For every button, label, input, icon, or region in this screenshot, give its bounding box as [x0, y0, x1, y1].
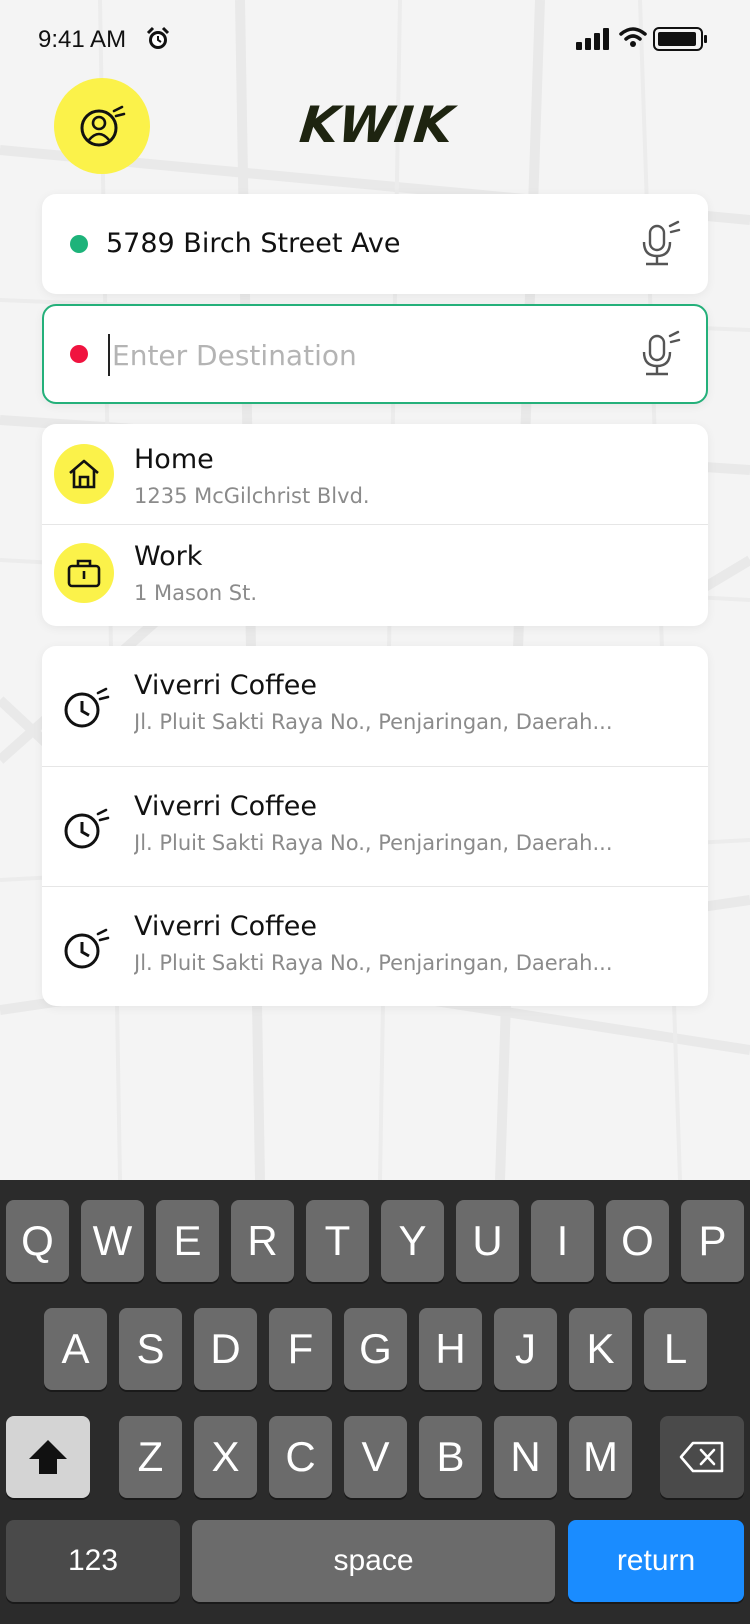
key-u[interactable]: U — [456, 1200, 519, 1282]
shift-arrow-icon — [29, 1440, 67, 1474]
key-z[interactable]: Z — [119, 1416, 182, 1498]
key-n[interactable]: N — [494, 1416, 557, 1498]
home-icon-badge — [54, 444, 114, 504]
onscreen-keyboard: Q W E R T Y U I O P A S D F G H J K L Z … — [0, 1180, 750, 1624]
key-s[interactable]: S — [119, 1308, 182, 1390]
brand-logo: KWIK — [296, 96, 457, 154]
key-p[interactable]: P — [681, 1200, 744, 1282]
destination-input[interactable] — [108, 334, 592, 376]
key-c[interactable]: C — [269, 1416, 332, 1498]
status-time: 9:41 AM — [38, 26, 127, 53]
destination-field[interactable] — [42, 304, 708, 404]
key-d[interactable]: D — [194, 1308, 257, 1390]
saved-place-title: Home — [134, 444, 214, 475]
saved-place-title: Work — [134, 541, 203, 572]
return-key[interactable]: return — [568, 1520, 744, 1602]
origin-field[interactable]: 5789 Birch Street Ave — [42, 194, 708, 294]
backspace-key[interactable] — [660, 1416, 744, 1498]
key-e[interactable]: E — [156, 1200, 219, 1282]
origin-address: 5789 Birch Street Ave — [106, 228, 401, 259]
backspace-icon — [679, 1441, 724, 1473]
wifi-icon — [619, 27, 647, 47]
recent-place-item[interactable]: Viverri Coffee Jl. Pluit Sakti Raya No.,… — [42, 646, 708, 766]
shift-key[interactable] — [6, 1416, 90, 1498]
key-w[interactable]: W — [81, 1200, 144, 1282]
saved-place-home[interactable]: Home 1235 McGilchrist Blvd. — [42, 424, 708, 524]
recent-place-address: Jl. Pluit Sakti Raya No., Penjaringan, D… — [134, 951, 613, 975]
key-m[interactable]: M — [569, 1416, 632, 1498]
recent-place-item[interactable]: Viverri Coffee Jl. Pluit Sakti Raya No.,… — [42, 886, 708, 1007]
key-t[interactable]: T — [306, 1200, 369, 1282]
home-icon — [69, 459, 99, 489]
destination-dot — [70, 345, 88, 363]
key-f[interactable]: F — [269, 1308, 332, 1390]
key-g[interactable]: G — [344, 1308, 407, 1390]
recent-clock-icon — [64, 928, 110, 969]
recent-place-title: Viverri Coffee — [134, 791, 317, 822]
origin-dot — [70, 235, 88, 253]
saved-place-address: 1 Mason St. — [134, 581, 258, 605]
saved-place-work[interactable]: Work 1 Mason St. — [42, 524, 708, 625]
recent-clock-icon — [64, 808, 110, 849]
microphone-icon[interactable] — [638, 330, 682, 378]
status-bar: 9:41 AM — [0, 0, 750, 80]
saved-place-address: 1235 McGilchrist Blvd. — [134, 484, 370, 508]
recent-place-title: Viverri Coffee — [134, 911, 317, 942]
key-r[interactable]: R — [231, 1200, 294, 1282]
key-i[interactable]: I — [531, 1200, 594, 1282]
key-j[interactable]: J — [494, 1308, 557, 1390]
cellular-signal-icon — [576, 28, 609, 50]
battery-icon — [653, 27, 707, 51]
space-key[interactable]: space — [192, 1520, 555, 1602]
key-v[interactable]: V — [344, 1416, 407, 1498]
recent-clock-icon — [64, 687, 110, 728]
key-x[interactable]: X — [194, 1416, 257, 1498]
recent-place-address: Jl. Pluit Sakti Raya No., Penjaringan, D… — [134, 710, 613, 734]
briefcase-icon-badge — [54, 543, 114, 603]
recent-places-list: Viverri Coffee Jl. Pluit Sakti Raya No.,… — [42, 646, 708, 1006]
key-o[interactable]: O — [606, 1200, 669, 1282]
profile-button[interactable] — [54, 78, 150, 174]
key-q[interactable]: Q — [6, 1200, 69, 1282]
recent-place-address: Jl. Pluit Sakti Raya No., Penjaringan, D… — [134, 831, 613, 855]
key-b[interactable]: B — [419, 1416, 482, 1498]
recent-place-item[interactable]: Viverri Coffee Jl. Pluit Sakti Raya No.,… — [42, 766, 708, 887]
key-a[interactable]: A — [44, 1308, 107, 1390]
key-k[interactable]: K — [569, 1308, 632, 1390]
key-h[interactable]: H — [419, 1308, 482, 1390]
user-profile-icon — [80, 105, 126, 147]
recent-place-title: Viverri Coffee — [134, 670, 317, 701]
alarm-clock-icon — [146, 26, 170, 49]
briefcase-icon — [67, 559, 101, 588]
numbers-key[interactable]: 123 — [6, 1520, 180, 1602]
key-y[interactable]: Y — [381, 1200, 444, 1282]
saved-places-list: Home 1235 McGilchrist Blvd. Work 1 Mason… — [42, 424, 708, 626]
microphone-icon[interactable] — [638, 220, 682, 268]
key-l[interactable]: L — [644, 1308, 707, 1390]
